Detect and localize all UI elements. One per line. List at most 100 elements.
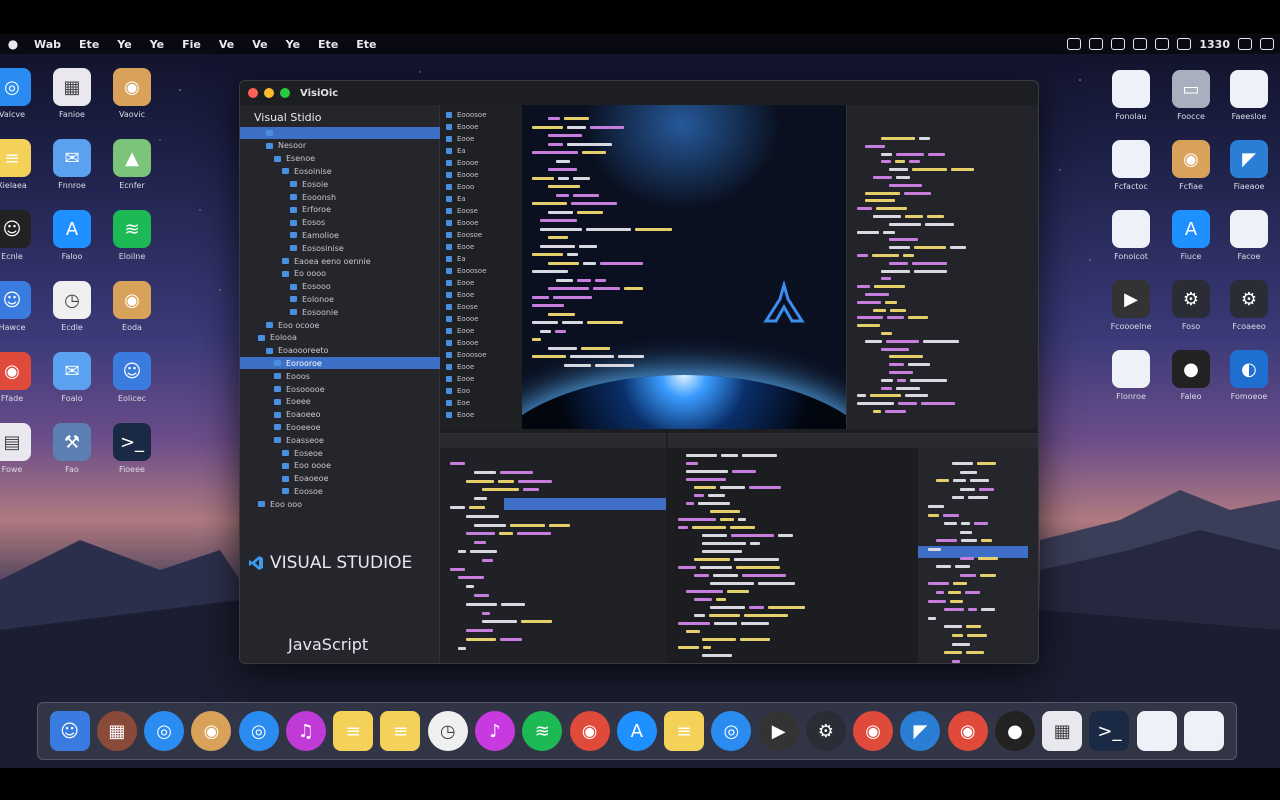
desktop-icon[interactable]: ◐ Fomoeoe (1219, 350, 1279, 401)
sidebar-item[interactable]: Eosoinise (240, 165, 440, 177)
file-list-item[interactable]: Eoooe (446, 121, 520, 132)
desktop-icon[interactable]: Faeesloe (1219, 70, 1279, 121)
file-list-item[interactable]: Eooe (446, 361, 520, 372)
sidebar-item[interactable]: Eoasseoe (240, 434, 440, 446)
sidebar-item[interactable]: Eolonoe (240, 293, 440, 305)
desktop-icon[interactable]: ⚙ Fcoaeeo (1219, 280, 1279, 331)
file-list-item[interactable]: Eoose (446, 301, 520, 312)
file-list-item[interactable]: Eoooe (446, 157, 520, 168)
file-list-item[interactable]: Eooosoe (446, 109, 520, 120)
sidebar-item[interactable]: Erforoe (240, 204, 440, 216)
file-list-item[interactable]: Eoooe (446, 313, 520, 324)
sidebar-item[interactable]: Eososinise (240, 242, 440, 254)
file-list-item[interactable]: Eooosoe (446, 265, 520, 276)
sidebar-item[interactable]: Eolooa (240, 332, 440, 344)
sidebar-item[interactable]: Eosooooe (240, 383, 440, 395)
sidebar-item[interactable]: Nesoor (240, 140, 440, 152)
file-list-item[interactable]: Eoo (446, 385, 520, 396)
app-store-icon[interactable]: A (616, 711, 657, 751)
file-list-item[interactable]: Eooe (446, 409, 520, 420)
file-list-item[interactable]: Eooo (446, 181, 520, 192)
desktop-icon[interactable]: ◤ Fiaeaoe (1219, 140, 1279, 191)
file-list-item[interactable]: Eooe (446, 241, 520, 252)
desktop-icon[interactable]: ☺ Eolicec (102, 352, 162, 403)
chrome-icon[interactable]: ◉ (947, 711, 988, 751)
menu-item[interactable]: Ye (286, 38, 300, 51)
file-list-item[interactable]: Eooosoe (446, 349, 520, 360)
desktop-icon[interactable]: ≡ Xielaea (0, 139, 42, 190)
notification-center-icon[interactable] (1260, 38, 1274, 50)
notes-icon[interactable]: ≡ (380, 711, 421, 751)
safari-icon[interactable]: ◎ (711, 711, 752, 751)
menu-item[interactable]: Ete (318, 38, 338, 51)
sidebar-item[interactable]: Eoo ooo (240, 498, 440, 510)
vsc-icon[interactable]: ◤ (900, 711, 941, 751)
safari-icon[interactable]: ◎ (144, 711, 185, 751)
spotify-icon[interactable]: ≋ (522, 711, 563, 751)
desktop-icon[interactable]: Fonoicot (1101, 210, 1161, 261)
sidebar-item[interactable]: Eoosoe (240, 485, 440, 497)
dropbox-icon[interactable] (1067, 38, 1082, 50)
sidebar-item[interactable]: Eamolioe (240, 229, 440, 241)
menu-item[interactable]: Wab (34, 38, 61, 51)
desktop-icon[interactable]: ◉ Eoda (102, 281, 162, 332)
desktop-icon[interactable]: ▲ Ecnfer (102, 139, 162, 190)
file-list-item[interactable]: Eoose (446, 205, 520, 216)
file-list-item[interactable]: Eoe (446, 397, 520, 408)
document-icon[interactable] (1136, 711, 1177, 751)
menu-item[interactable]: Ete (79, 38, 99, 51)
file-list-item[interactable]: Ea (446, 193, 520, 204)
desktop-icon[interactable]: ☺ Hawce (0, 281, 42, 332)
steam-icon[interactable]: ⚙ (805, 711, 846, 751)
menu-item[interactable]: Ve (219, 38, 234, 51)
volume-icon[interactable] (1155, 38, 1170, 50)
spotlight-icon[interactable] (1238, 38, 1252, 50)
desktop-icon[interactable]: ◉ Ffade (0, 352, 42, 403)
music-icon[interactable]: ♫ (285, 711, 326, 751)
desktop-icon[interactable]: Fcfactoc (1101, 140, 1161, 191)
document-icon[interactable] (1184, 711, 1224, 751)
itunes-icon[interactable]: ♪ (475, 711, 516, 751)
desktop-icon[interactable]: ◷ Ecdle (42, 281, 102, 332)
sidebar-item[interactable]: Eosooo (240, 281, 440, 293)
file-list-item[interactable]: Eoooe (446, 337, 520, 348)
desktop-icon[interactable]: A Faloo (42, 210, 102, 261)
file-list-item[interactable]: Eoosoe (446, 229, 520, 240)
secondary-editor[interactable] (668, 433, 918, 663)
apple-menu-icon[interactable]: ● (6, 37, 20, 51)
clock-icon[interactable]: ◷ (427, 711, 468, 751)
sidebar-item[interactable]: Eaoea eeno oennie (240, 255, 440, 267)
sidebar-item[interactable]: Eorooroe (240, 357, 440, 370)
code-editor[interactable] (522, 105, 846, 429)
sidebar-item[interactable] (240, 127, 440, 139)
desktop-icon[interactable]: Facoe (1219, 210, 1279, 261)
desktop-icon[interactable]: ≋ Eloilne (102, 210, 162, 261)
terminal-icon[interactable]: >_ (1089, 711, 1130, 751)
menu-item[interactable]: Fie (182, 38, 201, 51)
sidebar-item[interactable]: Eo oooo (240, 268, 440, 280)
sidebar-item[interactable]: Eoo oooe (240, 460, 440, 472)
desktop-icon[interactable]: ● Faleo (1161, 350, 1221, 401)
desktop-icon[interactable]: ▭ Foocce (1161, 70, 1221, 121)
desktop-icon[interactable]: ⚙ Foso (1161, 280, 1221, 331)
desktop-icon[interactable]: Flonroe (1101, 350, 1161, 401)
sidebar-item[interactable]: Eosoie (240, 178, 440, 190)
quicktime-icon[interactable]: ▶ (758, 711, 799, 751)
desktop-icon[interactable]: ☺ Ecnle (0, 210, 42, 261)
photos-icon[interactable]: ◉ (191, 711, 232, 751)
chrome-icon[interactable]: ◉ (853, 711, 894, 751)
desktop-icon[interactable]: A Fiuce (1161, 210, 1221, 261)
file-list-item[interactable]: Ea (446, 253, 520, 264)
desktop-icon[interactable]: ▶ Fcoooelne (1101, 280, 1161, 331)
sidebar-item[interactable]: Eoseoe (240, 447, 440, 459)
desktop-icon[interactable]: ◉ Fcfiae (1161, 140, 1221, 191)
bluetooth-icon[interactable] (1111, 38, 1126, 50)
notes-icon[interactable]: ≡ (333, 711, 374, 751)
sidebar-item[interactable]: Eosos (240, 217, 440, 229)
file-list-item[interactable]: Eooe (446, 277, 520, 288)
desktop-icon[interactable]: >_ Fioeee (102, 423, 162, 474)
sidebar-item[interactable]: Eoo ocooe (240, 319, 440, 331)
desktop-icon[interactable]: ◎ Valcve (0, 68, 42, 119)
sidebar-item[interactable]: Eooeeoe (240, 421, 440, 433)
github-icon[interactable]: ● (994, 711, 1035, 751)
